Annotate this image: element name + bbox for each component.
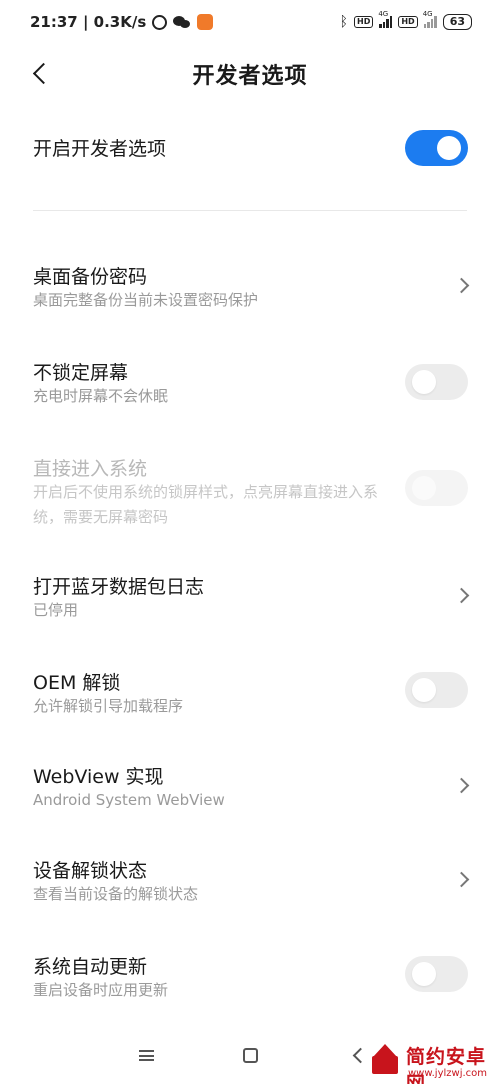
item-title: OEM 解锁 — [33, 672, 121, 694]
battery-icon: 63 — [442, 14, 472, 30]
item-subtitle: 充电时屏幕不会休眠 — [33, 387, 169, 405]
chevron-right-icon — [456, 778, 470, 792]
toggle-knob — [412, 678, 436, 702]
item-title: WebView 实现 — [33, 766, 164, 788]
hd-badge-2: HD — [398, 16, 418, 28]
list-item-bluetooth-hci-log[interactable]: 打开蓝牙数据包日志 已停用 — [0, 568, 500, 638]
list-item-stay-awake[interactable]: 不锁定屏幕 充电时屏幕不会休眠 — [0, 354, 500, 424]
item-title: 桌面备份密码 — [33, 266, 148, 288]
stay-awake-toggle[interactable] — [405, 364, 468, 400]
signal-2-icon: 4G — [423, 10, 437, 28]
item-subtitle: 开启后不使用系统的锁屏样式，点亮屏幕直接进入系统，需要无屏幕密码 — [33, 483, 379, 526]
recent-apps-icon[interactable] — [139, 1050, 154, 1061]
item-title: 直接进入系统 — [33, 458, 148, 480]
nav-back-icon[interactable] — [352, 1049, 364, 1061]
globe-icon — [152, 14, 168, 30]
list-item-oem-unlock[interactable]: OEM 解锁 允许解锁引导加载程序 — [0, 664, 500, 734]
house-logo-icon — [368, 1042, 402, 1076]
item-title: 设备解锁状态 — [33, 860, 148, 882]
network-type-2: 4G — [422, 10, 433, 18]
developer-options-master-row[interactable]: 开启开发者选项 — [0, 118, 500, 178]
page-title: 开发者选项 — [192, 64, 308, 89]
bluetooth-icon: ᛒ — [339, 14, 348, 30]
home-icon[interactable] — [243, 1048, 258, 1063]
toggle-knob — [437, 136, 461, 160]
status-left: 21:37 | 0.3K/s — [30, 13, 214, 31]
toggle-knob — [412, 370, 436, 394]
list-item-auto-system-update[interactable]: 系统自动更新 重启设备时应用更新 — [0, 948, 500, 1018]
app-notification-icon — [197, 14, 214, 30]
oem-unlock-toggle[interactable] — [405, 672, 468, 708]
divider — [33, 210, 467, 211]
list-item-desktop-backup-password[interactable]: 桌面备份密码 桌面完整备份当前未设置密码保护 — [0, 258, 500, 328]
item-subtitle: 已停用 — [33, 601, 79, 619]
header: 开发者选项 — [0, 44, 500, 104]
chevron-right-icon — [456, 278, 470, 292]
chevron-right-icon — [456, 872, 470, 886]
network-type-1: 4G — [378, 10, 389, 18]
toggle-knob — [412, 962, 436, 986]
item-subtitle: 重启设备时应用更新 — [33, 981, 169, 999]
item-title: 不锁定屏幕 — [33, 362, 129, 384]
status-right: ᛒ HD 4G HD 4G 63 — [339, 10, 472, 30]
time-speed: 21:37 | 0.3K/s — [30, 13, 147, 31]
signal-1-icon: 4G — [378, 10, 393, 28]
wechat-icon — [173, 16, 191, 28]
list-item-webview-implementation[interactable]: WebView 实现 Android System WebView — [0, 758, 500, 828]
master-toggle-label: 开启开发者选项 — [33, 138, 167, 160]
status-bar: 21:37 | 0.3K/s ᛒ HD 4G HD 4G 63 — [0, 0, 500, 44]
direct-boot-toggle — [405, 470, 468, 506]
auto-update-toggle[interactable] — [405, 956, 468, 992]
item-title: 系统自动更新 — [33, 956, 148, 978]
item-title: 打开蓝牙数据包日志 — [33, 576, 205, 598]
master-toggle-switch[interactable] — [405, 130, 468, 166]
hd-badge-1: HD — [354, 16, 374, 28]
item-subtitle: 查看当前设备的解锁状态 — [33, 885, 199, 903]
chevron-right-icon — [456, 588, 470, 602]
list-item-direct-boot: 直接进入系统 开启后不使用系统的锁屏样式，点亮屏幕直接进入系统，需要无屏幕密码 — [0, 450, 500, 536]
watermark: 简约安卓网 www.jylzwj.com — [368, 1040, 498, 1084]
watermark-url: www.jylzwj.com — [408, 1068, 488, 1079]
item-subtitle: 允许解锁引导加载程序 — [33, 697, 184, 715]
toggle-knob — [412, 476, 436, 500]
item-subtitle: 桌面完整备份当前未设置密码保护 — [33, 291, 259, 309]
list-item-device-unlock-status[interactable]: 设备解锁状态 查看当前设备的解锁状态 — [0, 852, 500, 922]
item-subtitle: Android System WebView — [33, 791, 225, 809]
